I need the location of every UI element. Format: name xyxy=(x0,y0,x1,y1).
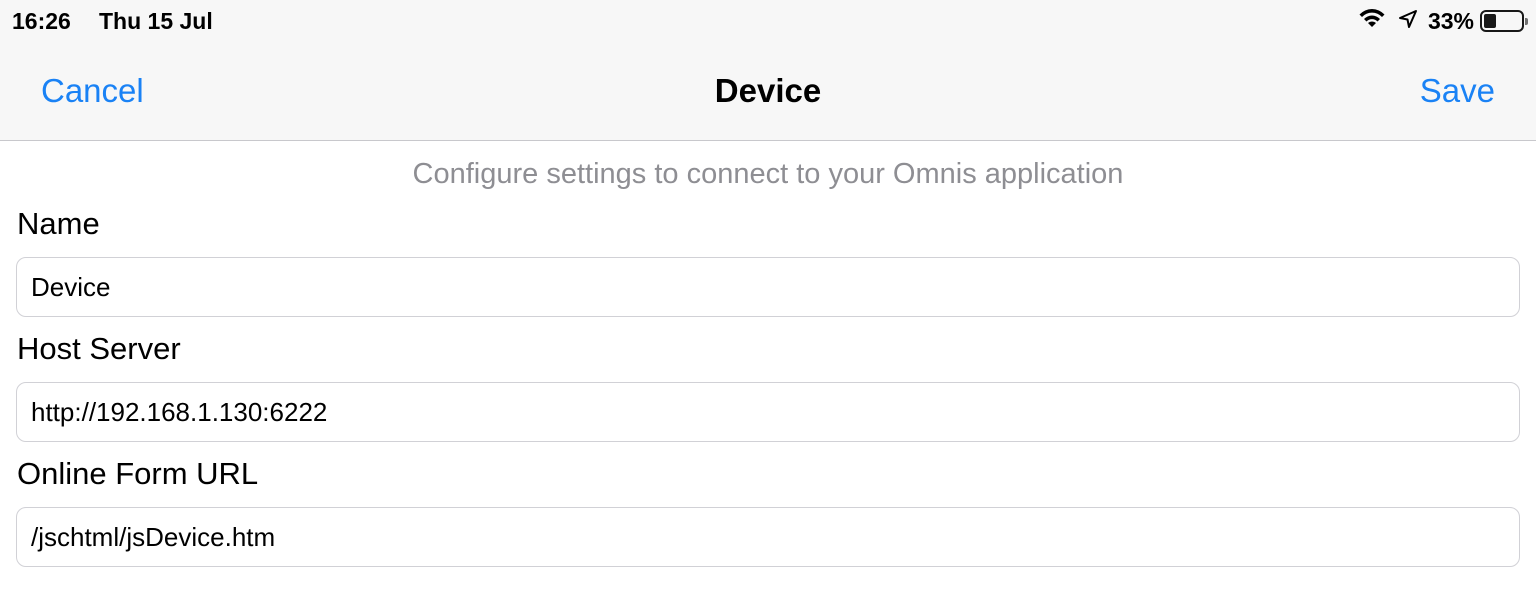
name-field[interactable] xyxy=(16,257,1520,317)
page-title: Device xyxy=(714,72,822,109)
status-date: Thu 15 Jul xyxy=(99,8,213,34)
form-hint: Configure settings to connect to your Om… xyxy=(412,158,1124,190)
host-server-label: Host Server xyxy=(17,331,181,366)
online-form-url-label: Online Form URL xyxy=(17,456,259,491)
status-indicators: 33% xyxy=(1358,6,1528,36)
battery-level xyxy=(1484,14,1496,28)
wifi-icon xyxy=(1358,7,1398,35)
host-server-field[interactable] xyxy=(16,382,1520,442)
navigation-bar: Cancel Device Save xyxy=(0,42,1536,141)
location-icon xyxy=(1398,8,1428,35)
battery-cap xyxy=(1525,18,1528,25)
status-bar: 16:26 Thu 15 Jul 33% xyxy=(0,0,1536,42)
battery-percent: 33% xyxy=(1427,7,1474,34)
save-button[interactable]: Save xyxy=(1420,72,1495,110)
online-form-url-field[interactable] xyxy=(16,507,1520,567)
battery-icon xyxy=(1480,10,1528,32)
status-time: 16:26 xyxy=(12,8,71,34)
name-label: Name xyxy=(17,206,100,241)
